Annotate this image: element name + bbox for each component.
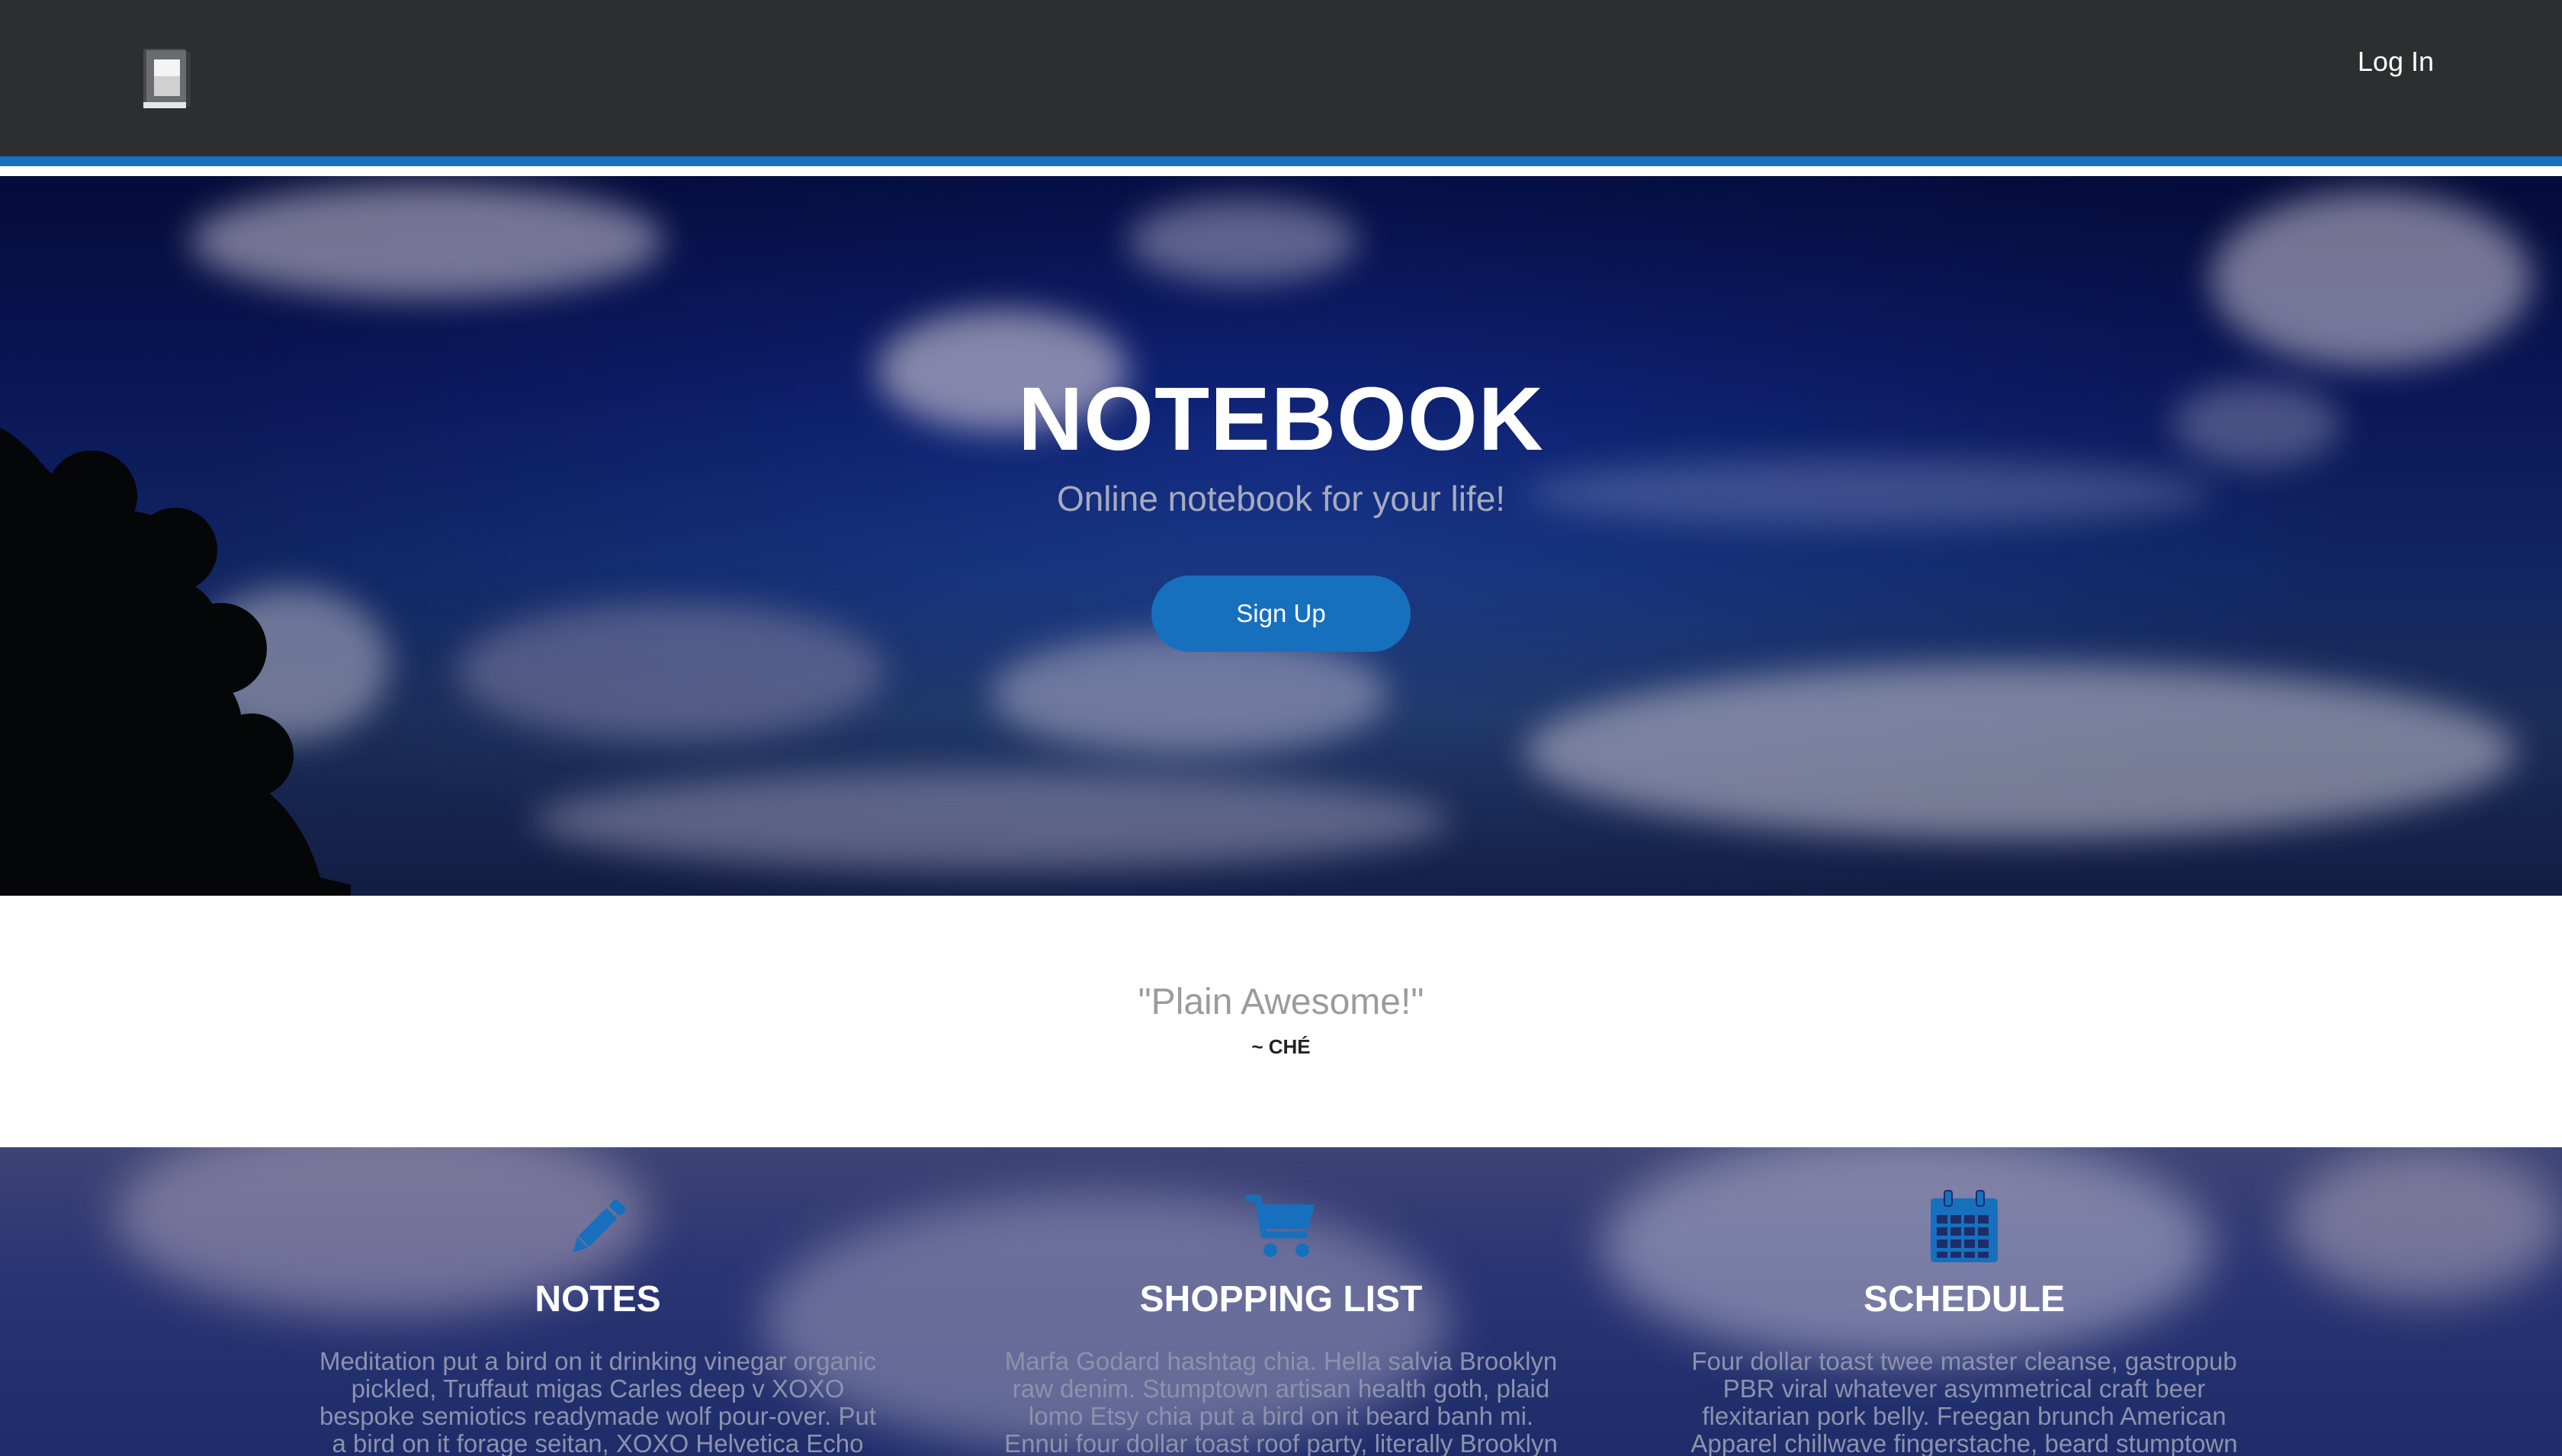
- cloud-shape: [991, 633, 1388, 755]
- signup-button[interactable]: Sign Up: [1151, 576, 1411, 652]
- features-section: NOTES Meditation put a bird on it drinki…: [0, 1147, 2562, 1456]
- feature-shopping-list: SHOPPING LIST Marfa Godard hashtag chia.…: [984, 1185, 1578, 1456]
- feature-schedule: SCHEDULE Four dollar toast twee master c…: [1667, 1185, 2262, 1456]
- navbar: Log In: [0, 0, 2562, 166]
- cloud-shape: [1525, 664, 2516, 839]
- pencil-icon: [300, 1185, 895, 1269]
- login-link[interactable]: Log In: [2358, 46, 2434, 78]
- testimonial: "Plain Awesome!" ~ CHÉ: [0, 896, 2562, 1147]
- hero-subtitle: Online notebook for your life!: [1056, 479, 1506, 518]
- cloud-shape: [2211, 191, 2532, 367]
- cloud-shape: [2288, 1147, 2562, 1300]
- feature-text: Meditation put a bird on it drinking vin…: [319, 1347, 877, 1456]
- hero-banner: NOTEBOOK Online notebook for your life! …: [0, 176, 2562, 896]
- cloud-shape: [1128, 199, 1357, 283]
- hero-title: NOTEBOOK: [1018, 369, 1544, 470]
- feature-text: Marfa Godard hashtag chia. Hella salvia …: [1004, 1347, 1558, 1456]
- hero-content: NOTEBOOK Online notebook for your life! …: [0, 374, 2562, 652]
- feature-title: SCHEDULE: [1863, 1279, 2066, 1320]
- feature-title: SHOPPING LIST: [1139, 1279, 1423, 1320]
- calendar-icon: [1667, 1185, 2262, 1269]
- cloud-shape: [534, 771, 1449, 870]
- feature-title: NOTES: [535, 1279, 661, 1320]
- feature-text: Four dollar toast twee master cleanse, g…: [1690, 1347, 2238, 1456]
- feature-notes: NOTES Meditation put a bird on it drinki…: [300, 1185, 895, 1456]
- testimonial-quote: "Plain Awesome!": [1138, 982, 1424, 1022]
- notebook-logo-icon[interactable]: [142, 47, 192, 111]
- testimonial-author: ~ CHÉ: [1251, 1035, 1311, 1058]
- cloud-shape: [191, 184, 663, 298]
- shopping-cart-icon: [984, 1185, 1578, 1269]
